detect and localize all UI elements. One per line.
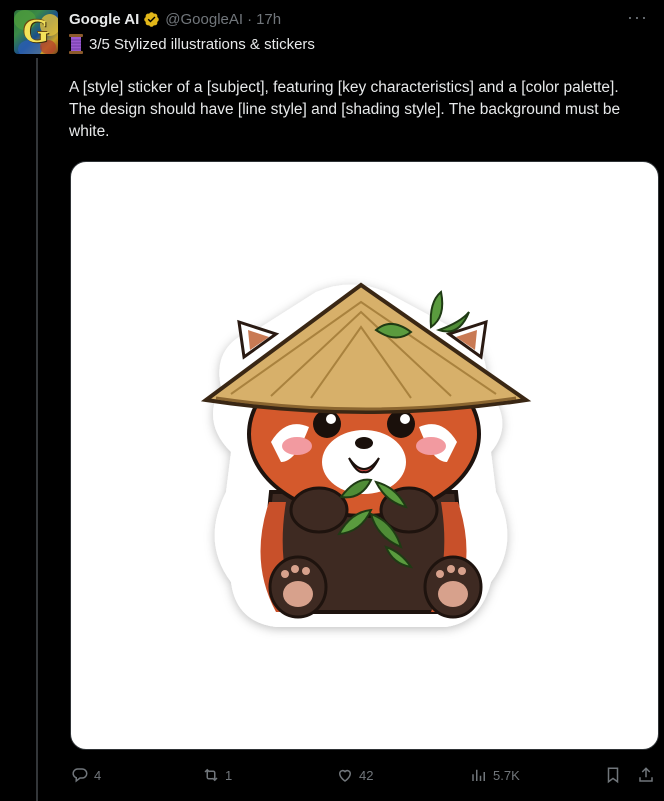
bookmark-icon	[607, 767, 619, 784]
avatar-letter: G	[22, 13, 50, 50]
like-count: 42	[359, 767, 374, 783]
thread-connector-line	[36, 58, 38, 801]
views-count: 5.7K	[493, 767, 520, 783]
repost-icon	[204, 768, 218, 782]
red-panda-sticker-image	[200, 282, 532, 627]
share-icon	[639, 767, 653, 782]
tweet-actions-bar: 4 1 42 5.7K	[69, 762, 659, 788]
reply-count: 4	[94, 767, 102, 783]
like-button[interactable]: 42	[336, 762, 373, 788]
subtitle-text: 3/5 Stylized illustrations & stickers	[89, 35, 315, 53]
tweet-media-image[interactable]	[70, 161, 659, 750]
repost-button[interactable]: 1	[202, 762, 232, 788]
avatar[interactable]: G	[14, 10, 58, 54]
author-handle[interactable]: @GoogleAI	[165, 11, 243, 28]
repost-count: 1	[225, 767, 233, 783]
bookmark-button[interactable]	[604, 762, 622, 788]
verified-badge-icon[interactable]	[143, 11, 160, 28]
heart-icon	[338, 769, 352, 782]
reply-button[interactable]: 4	[71, 762, 101, 788]
thread-spool-icon	[69, 34, 83, 54]
reply-icon	[72, 768, 88, 783]
more-horizontal-icon[interactable]: ···	[627, 8, 648, 26]
views-button[interactable]: 5.7K	[470, 762, 520, 788]
tweet-body-text: A [style] sticker of a [subject], featur…	[69, 79, 621, 140]
timestamp[interactable]: 17h	[256, 11, 281, 28]
thread-subtitle: 3/5 Stylized illustrations & stickers	[69, 33, 315, 55]
views-chart-icon	[472, 769, 485, 781]
tweet: G Google AI @GoogleAI · 17h ··· 3/5 Styl…	[0, 0, 664, 801]
separator-dot: ·	[247, 10, 253, 28]
share-button[interactable]	[637, 762, 655, 788]
tweet-header: Google AI @GoogleAI · 17h	[69, 8, 281, 30]
author-display-name[interactable]: Google AI	[69, 11, 139, 28]
